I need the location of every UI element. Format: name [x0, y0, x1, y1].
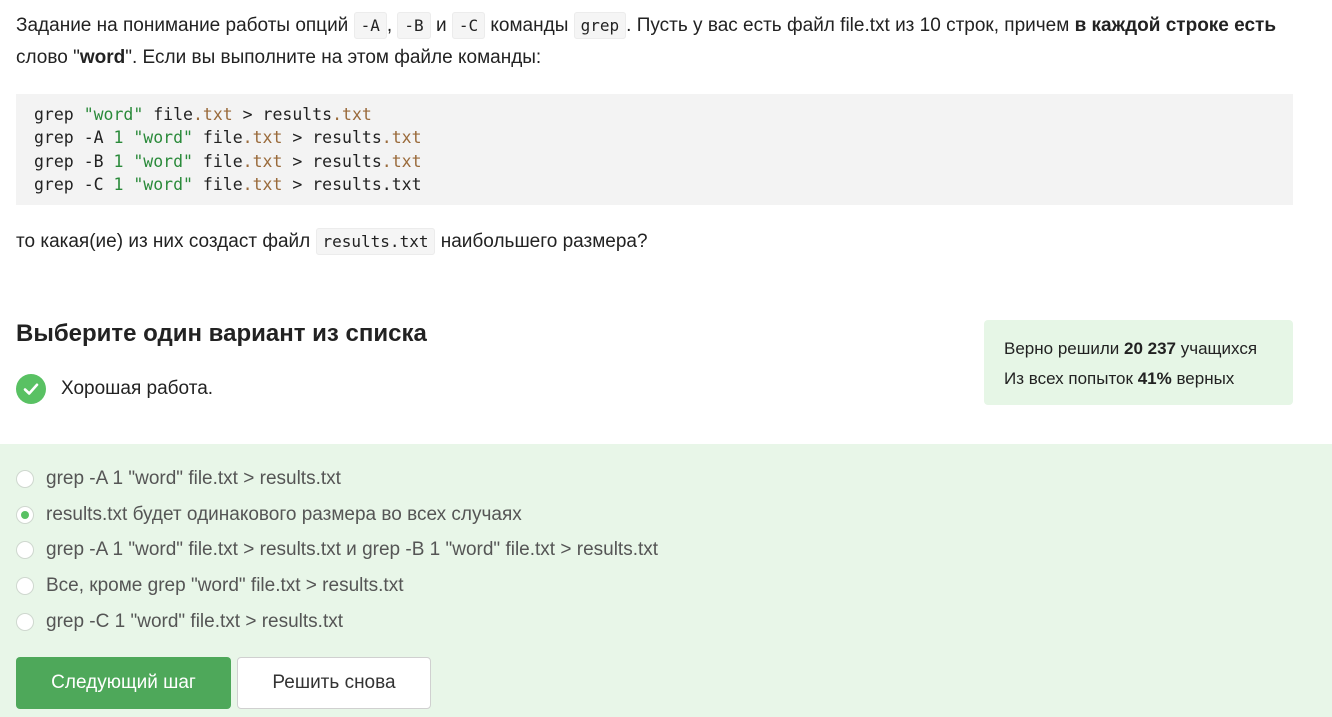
- code-cmd: grep: [34, 151, 74, 171]
- option-item[interactable]: grep -A 1 "word" file.txt > results.txt …: [16, 535, 658, 565]
- intro-bold-1: в каждой строке есть: [1074, 15, 1277, 36]
- inline-code-opt-b: -B: [397, 12, 431, 39]
- code-number: 1: [113, 174, 124, 194]
- code-number: 1: [113, 128, 124, 148]
- code-string: "word": [83, 105, 144, 124]
- code-file-ext: .txt: [242, 151, 283, 171]
- code-redirect: >: [242, 105, 253, 124]
- code-cmd: grep: [34, 128, 74, 148]
- intro-text-3: . Пусть у вас есть файл file.txt из 10 с…: [626, 15, 1075, 36]
- option-label[interactable]: grep -A 1 "word" file.txt > results.txt: [46, 468, 341, 490]
- feedback-message: Хорошая работа.: [61, 378, 214, 399]
- code-redirect: >: [292, 174, 303, 194]
- option-item[interactable]: grep -C 1 "word" file.txt > results.txt: [16, 607, 343, 637]
- intro-bold-2: word: [79, 47, 126, 68]
- code-out: results: [312, 151, 382, 171]
- code-redirect: >: [292, 128, 303, 148]
- intro-text: Задание на понимание работы опций: [16, 15, 354, 36]
- code-flag: -B: [83, 151, 104, 171]
- radio-button[interactable]: [16, 577, 34, 595]
- code-out-ext: .txt: [381, 128, 422, 148]
- stats-panel: Верно решили 20 237 учащихся Из всех поп…: [984, 320, 1293, 405]
- solved-count: 20 237: [1124, 339, 1176, 358]
- option-label[interactable]: Все, кроме grep "word" file.txt > result…: [46, 575, 403, 597]
- option-item[interactable]: results.txt будет одинакового размера во…: [16, 500, 522, 530]
- stats-text: Верно решили: [1004, 339, 1124, 358]
- intro-text-4: слово ": [16, 47, 80, 68]
- code-file: file: [202, 174, 243, 194]
- code-line: grep -A 1 "word" file.txt > results.txt: [34, 126, 1275, 149]
- inline-code-opt-c: -C: [451, 12, 486, 39]
- code-file-ext: .txt: [242, 174, 283, 194]
- code-file: file: [202, 128, 243, 148]
- quiz-heading: Выберите один вариант из списка: [16, 320, 427, 347]
- solve-again-button[interactable]: Решить снова: [237, 657, 431, 709]
- code-cmd: grep: [34, 105, 74, 124]
- code-out: results.txt: [312, 174, 422, 194]
- code-out-ext: .txt: [381, 151, 422, 171]
- question-text: то какая(ие) из них создаст файл results…: [16, 226, 1216, 258]
- code-line: grep "word" file.txt > results.txt: [34, 103, 1275, 126]
- inline-code-results: results.txt: [315, 228, 436, 255]
- check-circle-icon: [16, 374, 46, 404]
- code-file-ext: .txt: [192, 105, 233, 124]
- code-file: file: [153, 105, 193, 124]
- code-file: file: [202, 151, 243, 171]
- intro-and: и: [430, 15, 452, 36]
- code-number: 1: [113, 151, 124, 171]
- code-cmd: grep: [34, 174, 74, 194]
- code-flag: -A: [83, 128, 104, 148]
- code-out: results: [312, 128, 382, 148]
- code-out-ext: .txt: [332, 105, 372, 124]
- radio-button[interactable]: [16, 506, 34, 524]
- stats-text: Из всех попыток: [1004, 369, 1138, 388]
- code-string: "word": [133, 174, 193, 194]
- stats-line-solved: Верно решили 20 237 учащихся: [1004, 334, 1273, 364]
- next-step-button[interactable]: Следующий шаг: [16, 657, 231, 709]
- stats-line-ratio: Из всех попыток 41% верных: [1004, 364, 1273, 394]
- step-page: Задание на понимание работы опций -A, -B…: [0, 0, 1332, 717]
- option-label[interactable]: grep -A 1 "word" file.txt > results.txt …: [46, 539, 658, 561]
- code-line: grep -C 1 "word" file.txt > results.txt: [34, 173, 1275, 196]
- intro-comma: ,: [386, 15, 398, 36]
- intro-text-2: команды: [485, 15, 574, 36]
- radio-button[interactable]: [16, 541, 34, 559]
- question-part-1: то какая(ие) из них создаст файл: [16, 231, 316, 252]
- code-block: grep "word" file.txt > results.txt grep …: [16, 94, 1293, 205]
- question-part-2: наибольшего размера?: [435, 231, 648, 252]
- task-description: Задание на понимание работы опций -A, -B…: [16, 10, 1296, 74]
- option-label[interactable]: grep -C 1 "word" file.txt > results.txt: [46, 611, 343, 633]
- code-string: "word": [133, 128, 193, 148]
- option-item[interactable]: grep -A 1 "word" file.txt > results.txt: [16, 464, 341, 494]
- option-item[interactable]: Все, кроме grep "word" file.txt > result…: [16, 571, 403, 601]
- success-rate: 41%: [1137, 369, 1172, 388]
- radio-dot-icon: [21, 511, 29, 519]
- intro-text-5: ". Если вы выполните на этом файле коман…: [125, 47, 542, 68]
- feedback-row: Хорошая работа.: [16, 373, 213, 405]
- inline-code-grep: grep: [573, 12, 627, 39]
- code-redirect: >: [292, 151, 303, 171]
- stats-text: верных: [1171, 369, 1235, 388]
- code-out: results: [262, 105, 333, 124]
- radio-button[interactable]: [16, 613, 34, 631]
- stats-text: учащихся: [1176, 339, 1258, 358]
- inline-code-opt-a: -A: [353, 12, 387, 39]
- code-file-ext: .txt: [242, 128, 283, 148]
- code-string: "word": [133, 151, 193, 171]
- option-label[interactable]: results.txt будет одинакового размера во…: [46, 504, 522, 526]
- radio-button[interactable]: [16, 470, 34, 488]
- code-flag: -C: [83, 174, 104, 194]
- code-line: grep -B 1 "word" file.txt > results.txt: [34, 150, 1275, 173]
